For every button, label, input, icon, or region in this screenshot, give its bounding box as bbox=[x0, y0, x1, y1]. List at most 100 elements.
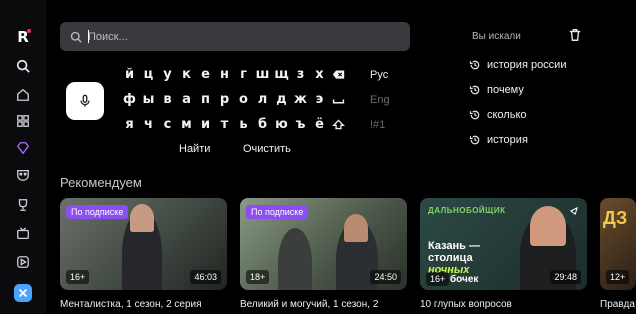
logo-icon[interactable]: R bbox=[14, 28, 32, 46]
key[interactable]: а bbox=[177, 92, 196, 107]
search-icon bbox=[70, 31, 82, 43]
content-card[interactable]: ДАЛЬНОБОЙЩИК Казань — столица ночных 16+… bbox=[420, 198, 587, 290]
key[interactable]: л bbox=[253, 92, 272, 107]
key[interactable]: у bbox=[158, 67, 177, 82]
subscription-badge: По подписке bbox=[66, 205, 129, 219]
key[interactable]: д bbox=[272, 92, 291, 107]
promo-text-end: бочек bbox=[450, 274, 479, 285]
card-title[interactable]: Менталистка, 1 сезон, 2 серия bbox=[60, 299, 227, 310]
find-button[interactable]: Найти bbox=[179, 143, 210, 155]
key[interactable]: с bbox=[158, 117, 177, 132]
key[interactable]: ё bbox=[310, 117, 329, 132]
key[interactable]: р bbox=[215, 92, 234, 107]
key[interactable]: ч bbox=[139, 117, 158, 132]
promo-text: Казань — столица ночных bbox=[428, 240, 481, 276]
key[interactable]: ф bbox=[120, 92, 139, 107]
key[interactable]: ж bbox=[291, 92, 310, 107]
trash-icon[interactable] bbox=[568, 28, 582, 42]
key[interactable]: я bbox=[120, 117, 139, 132]
key[interactable]: щ bbox=[272, 67, 291, 82]
card-title[interactable]: Великий и могучий, 1 сезон, 2 bbox=[240, 299, 407, 310]
card-title[interactable]: Правда bbox=[600, 299, 636, 310]
content-card[interactable]: ДЗ 12+ bbox=[600, 198, 636, 290]
key[interactable]: ъ bbox=[291, 117, 310, 132]
search-input[interactable] bbox=[88, 30, 388, 43]
history-item-label: история bbox=[487, 134, 528, 146]
key[interactable]: ш bbox=[253, 67, 272, 82]
keyboard-row-3: я ч с м и т ь б ю ъ ё bbox=[120, 117, 348, 132]
lang-ru-key[interactable]: Рус bbox=[370, 69, 388, 81]
search-bar[interactable] bbox=[60, 22, 410, 51]
card-artwork bbox=[278, 228, 312, 290]
space-icon bbox=[332, 99, 345, 104]
tv-icon[interactable] bbox=[14, 225, 32, 243]
key[interactable]: ю bbox=[272, 117, 291, 132]
age-rating: 16+ bbox=[66, 270, 90, 284]
key[interactable]: з bbox=[291, 67, 310, 82]
key[interactable]: к bbox=[177, 67, 196, 82]
card-artwork-text: ДЗ bbox=[603, 208, 628, 228]
search-icon[interactable] bbox=[14, 57, 32, 75]
microphone-icon bbox=[80, 94, 90, 107]
sidebar: R bbox=[0, 0, 46, 314]
section-title: Рекомендуем bbox=[60, 175, 142, 190]
key[interactable]: п bbox=[196, 92, 215, 107]
history-item-label: сколько bbox=[487, 109, 527, 121]
history-icon bbox=[469, 60, 480, 70]
diamond-icon[interactable] bbox=[14, 139, 32, 157]
duration: 29:48 bbox=[550, 270, 581, 284]
key[interactable]: й bbox=[120, 67, 139, 82]
voice-search-button[interactable] bbox=[66, 82, 104, 120]
card-artwork-face bbox=[344, 214, 368, 242]
avatar[interactable] bbox=[14, 284, 32, 302]
age-rating: 16+ bbox=[426, 272, 450, 286]
key[interactable]: е bbox=[196, 67, 215, 82]
key[interactable]: т bbox=[215, 117, 234, 132]
key[interactable]: м bbox=[177, 117, 196, 132]
history-item[interactable]: сколько bbox=[469, 109, 527, 121]
key[interactable]: ы bbox=[139, 92, 158, 107]
key[interactable]: ц bbox=[139, 67, 158, 82]
key[interactable]: ь bbox=[234, 117, 253, 132]
age-rating: 18+ bbox=[246, 270, 270, 284]
backspace-key[interactable] bbox=[329, 67, 348, 82]
trophy-icon[interactable] bbox=[14, 196, 32, 214]
card-title[interactable]: 10 глупых вопросов bbox=[420, 299, 587, 310]
card-artwork-face bbox=[130, 204, 154, 232]
grid-icon[interactable] bbox=[14, 112, 32, 130]
card-artwork-face bbox=[530, 206, 566, 246]
key[interactable]: и bbox=[196, 117, 215, 132]
play-icon[interactable] bbox=[14, 253, 32, 271]
home-icon[interactable] bbox=[14, 86, 32, 104]
clear-button[interactable]: Очистить bbox=[243, 143, 291, 155]
key[interactable]: в bbox=[158, 92, 177, 107]
keyboard-row-2: ф ы в а п р о л д ж э bbox=[120, 92, 348, 107]
history-icon bbox=[469, 110, 480, 120]
lang-en-key[interactable]: Eng bbox=[370, 94, 390, 106]
content-card[interactable]: По подписке 18+ 24:50 bbox=[240, 198, 407, 290]
shift-key[interactable] bbox=[329, 117, 348, 132]
history-item[interactable]: история bbox=[469, 134, 528, 146]
key[interactable]: г bbox=[234, 67, 253, 82]
history-title: Вы искали bbox=[472, 31, 521, 42]
key[interactable]: н bbox=[215, 67, 234, 82]
history-item[interactable]: почему bbox=[469, 84, 524, 96]
subscription-badge: По подписке bbox=[246, 205, 309, 219]
history-icon bbox=[469, 85, 480, 95]
duration: 46:03 bbox=[190, 270, 221, 284]
symbols-key[interactable]: !#1 bbox=[370, 119, 385, 131]
mask-icon[interactable] bbox=[14, 166, 32, 184]
key[interactable]: э bbox=[310, 92, 329, 107]
text-caret bbox=[88, 30, 89, 43]
history-item-label: история россии bbox=[487, 59, 567, 71]
history-item[interactable]: история россии bbox=[469, 59, 566, 71]
show-brand: ДАЛЬНОБОЙЩИК bbox=[428, 206, 506, 215]
shift-icon bbox=[332, 119, 345, 130]
key[interactable]: х bbox=[310, 67, 329, 82]
key[interactable]: о bbox=[234, 92, 253, 107]
content-card[interactable]: По подписке 16+ 46:03 bbox=[60, 198, 227, 290]
share-icon[interactable] bbox=[569, 206, 579, 216]
space-key[interactable] bbox=[329, 92, 348, 107]
key[interactable]: б bbox=[253, 117, 272, 132]
history-item-label: почему bbox=[487, 84, 524, 96]
